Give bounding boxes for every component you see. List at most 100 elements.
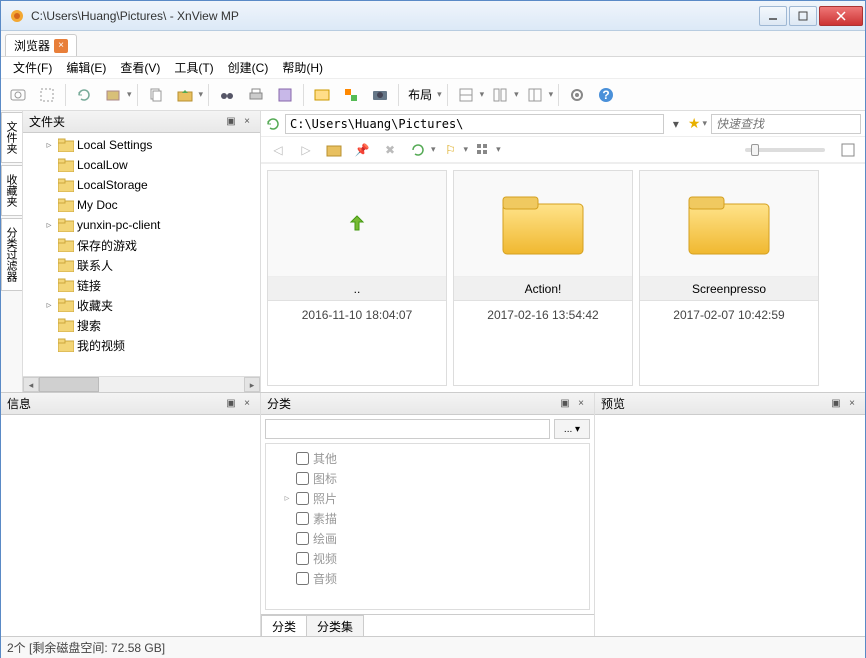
category-item[interactable]: 其他 (270, 448, 585, 468)
folders-panel-header: 文件夹 ▣ × (23, 111, 260, 133)
tree-item[interactable]: 链接 (23, 275, 260, 295)
thumbnail-item[interactable]: ..2016-11-10 18:04:07 (267, 170, 447, 386)
menu-tools[interactable]: 工具(T) (168, 57, 219, 78)
toolbar-icon-9[interactable] (272, 82, 298, 108)
address-input[interactable] (285, 114, 664, 134)
panel-close-icon[interactable]: × (240, 115, 254, 129)
category-checkbox[interactable] (296, 512, 309, 525)
menu-view[interactable]: 查看(V) (114, 57, 166, 78)
close-button[interactable] (819, 6, 863, 26)
category-item[interactable]: 视频 (270, 548, 585, 568)
layout-dropdown[interactable]: ▾ (437, 89, 442, 100)
open-folder-icon[interactable] (321, 137, 347, 163)
nav-back-icon[interactable]: ◁ (265, 137, 291, 163)
tree-item[interactable]: 保存的游戏 (23, 235, 260, 255)
category-panel: 分类 ▣ × ... ▾ 其他图标▹照片素描绘画视频音频 分类 分类集 (261, 393, 595, 636)
tree-item[interactable]: LocalLow (23, 155, 260, 175)
panel-close-icon[interactable]: × (845, 397, 859, 411)
print-icon[interactable] (243, 82, 269, 108)
app-icon (9, 8, 25, 24)
category-set-tab[interactable]: 分类集 (306, 615, 364, 636)
category-item[interactable]: 音频 (270, 568, 585, 588)
category-list: 其他图标▹照片素描绘画视频音频 (265, 443, 590, 610)
panel-close-icon[interactable]: × (240, 397, 254, 411)
pin-icon[interactable]: 📌 (349, 137, 375, 163)
category-checkbox[interactable] (296, 552, 309, 565)
category-checkbox[interactable] (296, 492, 309, 505)
star-icon[interactable]: ★ (688, 115, 701, 132)
copy-icon[interactable] (143, 82, 169, 108)
thumbnail-item[interactable]: Action!2017-02-16 13:54:42 (453, 170, 633, 386)
tab-close-icon[interactable]: × (54, 39, 68, 53)
category-item[interactable]: ▹照片 (270, 488, 585, 508)
category-item[interactable]: 绘画 (270, 528, 585, 548)
category-checkbox[interactable] (296, 532, 309, 545)
menu-edit[interactable]: 编辑(E) (60, 57, 112, 78)
tree-item[interactable]: My Doc (23, 195, 260, 215)
thumbnail-item[interactable]: Screenpresso2017-02-07 10:42:59 (639, 170, 819, 386)
panel-close-icon[interactable]: × (574, 397, 588, 411)
help-icon[interactable]: ? (593, 82, 619, 108)
gear-icon[interactable] (564, 82, 590, 108)
tree-item[interactable]: ▹收藏夹 (23, 295, 260, 315)
toolbar-icon-10[interactable] (309, 82, 335, 108)
tree-item[interactable]: 联系人 (23, 255, 260, 275)
preview-panel: 预览 ▣ × (595, 393, 865, 636)
toolbar-icon-4[interactable] (100, 82, 126, 108)
binoculars-icon[interactable] (214, 82, 240, 108)
search-input[interactable] (711, 114, 861, 134)
info-panel-title: 信息 (7, 395, 31, 412)
delete-icon[interactable]: ✖ (377, 137, 403, 163)
sidetab-folders[interactable]: 文件夹 (1, 112, 22, 163)
toolbar-icon-11[interactable] (338, 82, 364, 108)
folder-tree[interactable]: ▹Local SettingsLocalLowLocalStorageMy Do… (23, 133, 260, 376)
toolbar-icon-1[interactable] (5, 82, 31, 108)
menu-create[interactable]: 创建(C) (222, 57, 275, 78)
toolbar-icon-15[interactable] (522, 82, 548, 108)
tree-item[interactable]: LocalStorage (23, 175, 260, 195)
grid-icon[interactable] (835, 137, 861, 163)
reload-icon[interactable] (265, 116, 281, 132)
menu-file[interactable]: 文件(F) (7, 57, 58, 78)
info-panel: 信息 ▣ × (1, 393, 261, 636)
refresh2-icon[interactable] (405, 137, 431, 163)
filter-icon[interactable]: ⚐ (438, 137, 464, 163)
address-dropdown[interactable]: ▾ (668, 117, 684, 131)
window-title: C:\Users\Huang\Pictures\ - XnView MP (31, 9, 759, 23)
camera-icon[interactable] (367, 82, 393, 108)
category-checkbox[interactable] (296, 572, 309, 585)
category-panel-title: 分类 (267, 395, 291, 412)
panel-float-icon[interactable]: ▣ (224, 115, 238, 129)
sidetab-filters[interactable]: 分类过滤器 (1, 218, 22, 291)
browser-tab[interactable]: 浏览器 × (5, 34, 77, 56)
category-checkbox[interactable] (296, 472, 309, 485)
tree-scrollbar[interactable]: ◂▸ (23, 376, 260, 392)
sidetab-favorites[interactable]: 收藏夹 (1, 165, 22, 216)
panel-float-icon[interactable]: ▣ (558, 397, 572, 411)
category-filter-input[interactable] (265, 419, 550, 439)
toolbar-icon-14[interactable] (487, 82, 513, 108)
panel-float-icon[interactable]: ▣ (829, 397, 843, 411)
category-item[interactable]: 素描 (270, 508, 585, 528)
tree-item[interactable]: ▹Local Settings (23, 135, 260, 155)
folder-up-icon[interactable] (172, 82, 198, 108)
thumbnail-size-slider[interactable] (745, 148, 825, 152)
category-checkbox[interactable] (296, 452, 309, 465)
menu-help[interactable]: 帮助(H) (276, 57, 329, 78)
view-mode-icon[interactable] (470, 137, 496, 163)
folders-panel-title: 文件夹 (29, 113, 65, 130)
toolbar-icon-13[interactable] (453, 82, 479, 108)
maximize-button[interactable] (789, 6, 817, 26)
tree-item[interactable]: 我的视频 (23, 335, 260, 355)
category-item[interactable]: 图标 (270, 468, 585, 488)
minimize-button[interactable] (759, 6, 787, 26)
tree-item[interactable]: ▹yunxin-pc-client (23, 215, 260, 235)
content-area: ▾ ★▾ ◁ ▷ 📌 ✖ ▾ ⚐▾ ▾ ..2016-11-10 18:04:0… (261, 111, 865, 392)
category-tab[interactable]: 分类 (261, 615, 307, 636)
fullscreen-icon[interactable] (34, 82, 60, 108)
category-menu-button[interactable]: ... ▾ (554, 419, 590, 439)
refresh-icon[interactable] (71, 82, 97, 108)
tree-item[interactable]: 搜索 (23, 315, 260, 335)
panel-float-icon[interactable]: ▣ (224, 397, 238, 411)
nav-forward-icon[interactable]: ▷ (293, 137, 319, 163)
